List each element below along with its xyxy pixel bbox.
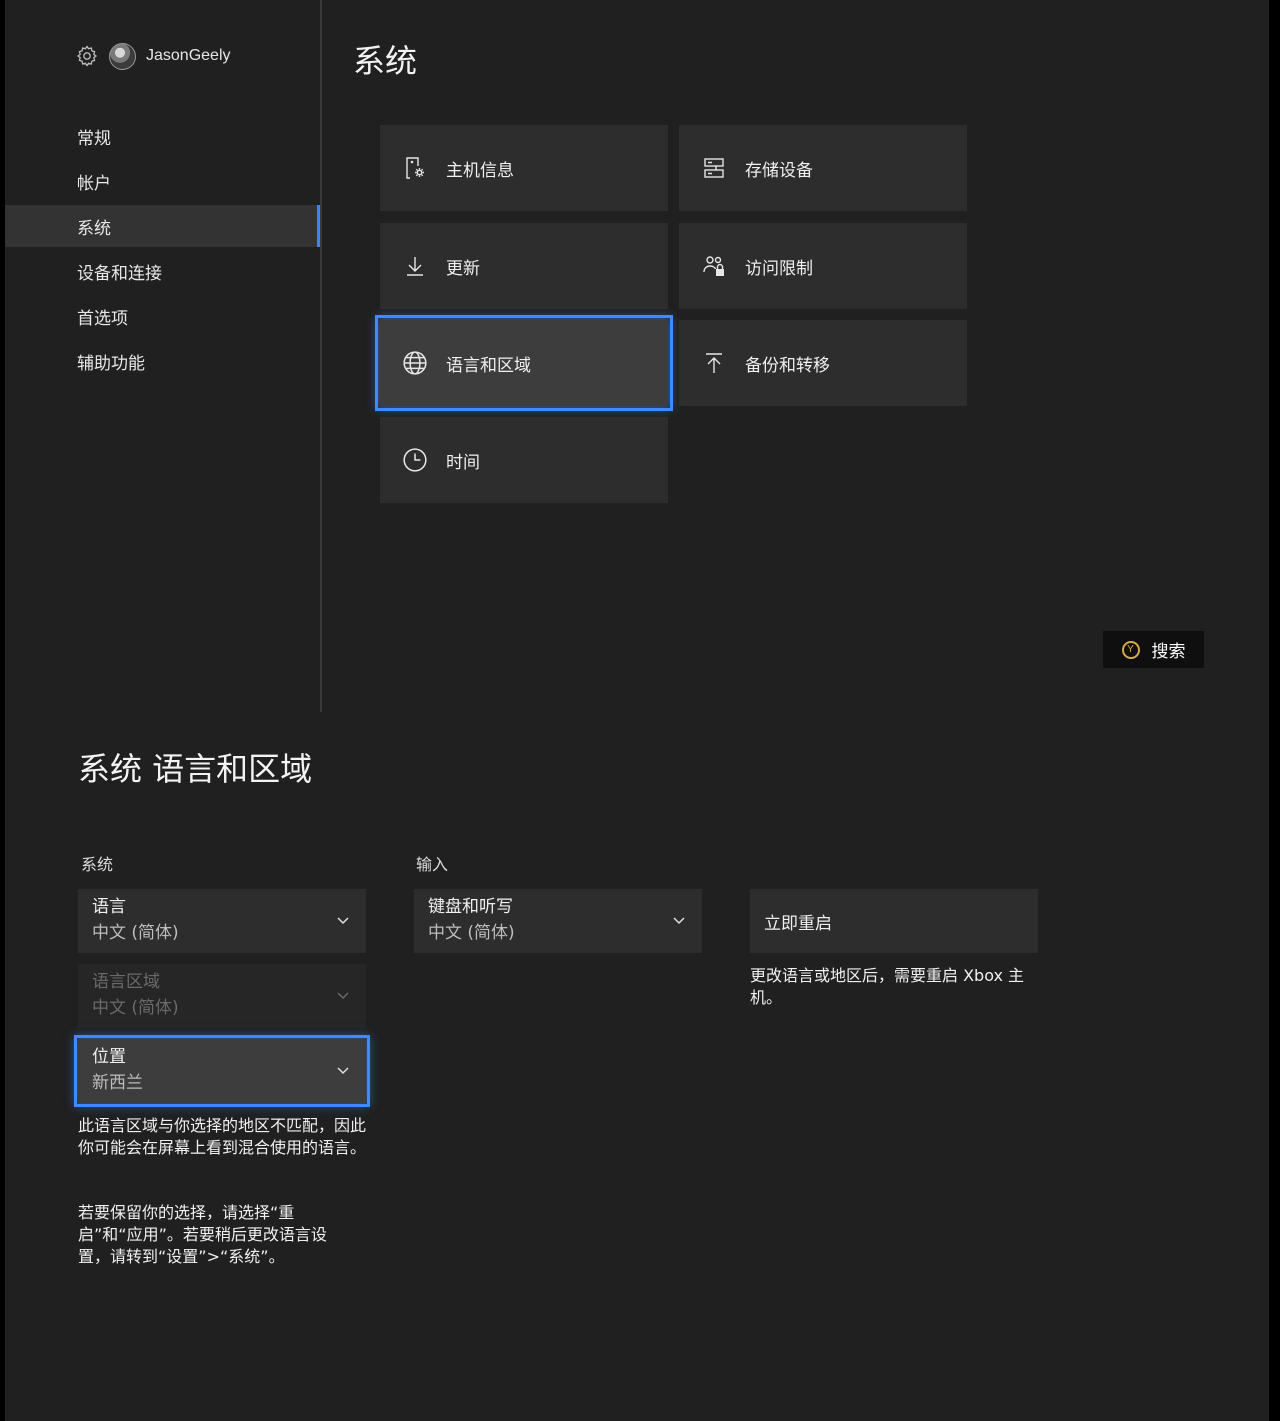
system-section-label: 系统	[81, 855, 114, 874]
tile-console-info[interactable]: 主机信息	[380, 125, 668, 211]
sidebar-item-preferences[interactable]: 首选项	[5, 295, 321, 337]
sidebar-divider	[320, 0, 322, 712]
tile-label: 存储设备	[745, 160, 813, 181]
tile-access-restrictions[interactable]: 访问限制	[679, 223, 967, 309]
profile-header: JasonGeely	[75, 42, 231, 70]
tile-label: 时间	[446, 452, 480, 473]
search-button[interactable]: Y 搜索	[1103, 631, 1204, 668]
search-button-label: 搜索	[1151, 642, 1186, 662]
settings-top-panel: JasonGeely 常规 帐户 系统 设备和连接 首选项 辅助功能 系统 主机…	[5, 0, 1269, 712]
location-dropdown-label: 位置	[92, 1047, 126, 1067]
language-dropdown-label: 语言	[92, 897, 126, 917]
xbox-settings-screen: JasonGeely 常规 帐户 系统 设备和连接 首选项 辅助功能 系统 主机…	[5, 0, 1269, 1421]
language-region-title: 系统 语言和区域	[78, 750, 313, 788]
tile-label: 备份和转移	[745, 355, 830, 376]
keyboard-dictation-dropdown[interactable]: 键盘和听写 中文 (简体)	[414, 889, 702, 953]
username: JasonGeely	[146, 47, 231, 64]
mismatch-note: 此语言区域与你选择的地区不匹配，因此你可能会在屏幕上看到混合使用的语言。	[78, 1116, 367, 1157]
upload-icon	[701, 350, 727, 376]
tile-backup-transfer[interactable]: 备份和转移	[679, 320, 967, 406]
tile-label: 更新	[446, 258, 480, 279]
sidebar-item-accessibility[interactable]: 辅助功能	[5, 340, 321, 382]
language-dropdown[interactable]: 语言 中文 (简体)	[78, 889, 366, 953]
language-dropdown-value: 中文 (简体)	[92, 923, 179, 943]
settings-sidebar: JasonGeely 常规 帐户 系统 设备和连接 首选项 辅助功能	[5, 0, 321, 712]
access-lock-icon	[701, 253, 727, 279]
gear-icon	[75, 44, 99, 68]
tile-update[interactable]: 更新	[380, 223, 668, 309]
sidebar-item-system[interactable]: 系统	[5, 205, 321, 247]
clock-icon	[402, 447, 428, 473]
storage-icon	[701, 155, 727, 181]
location-dropdown[interactable]: 位置 新西兰	[74, 1035, 370, 1107]
input-section-label: 输入	[416, 855, 449, 874]
keyboard-dropdown-value: 中文 (简体)	[428, 923, 515, 943]
tile-label: 主机信息	[446, 160, 514, 181]
sidebar-nav: 常规 帐户 系统 设备和连接 首选项 辅助功能	[5, 115, 321, 385]
tile-label: 语言和区域	[446, 355, 531, 376]
locale-dropdown-label: 语言区域	[92, 972, 160, 992]
y-button-icon: Y	[1121, 640, 1140, 659]
chevron-down-icon	[336, 988, 350, 1002]
globe-icon	[402, 350, 428, 376]
tile-label: 访问限制	[745, 258, 813, 279]
sidebar-item-devices-connections[interactable]: 设备和连接	[5, 250, 321, 292]
avatar[interactable]	[109, 42, 136, 70]
tile-language-region[interactable]: 语言和区域	[375, 315, 673, 411]
download-icon	[402, 253, 428, 279]
console-info-icon	[402, 155, 428, 181]
chevron-down-icon	[672, 913, 686, 927]
keyboard-dropdown-label: 键盘和听写	[428, 897, 513, 917]
sidebar-item-account[interactable]: 帐户	[5, 160, 321, 202]
restart-now-button[interactable]: 立即重启	[750, 889, 1038, 953]
location-dropdown-value: 新西兰	[92, 1073, 143, 1093]
chevron-down-icon	[336, 913, 350, 927]
chevron-down-icon	[336, 1063, 350, 1077]
keep-choice-note: 若要保留你的选择，请选择“重启”和“应用”。若要稍后更改语言设置，请转到“设置”…	[78, 1203, 327, 1266]
restart-note: 更改语言或地区后，需要重启 Xbox 主机。	[750, 966, 1025, 1007]
page-title: 系统	[353, 42, 418, 80]
tile-storage[interactable]: 存储设备	[679, 125, 967, 211]
locale-dropdown[interactable]: 语言区域 中文 (简体)	[78, 964, 366, 1028]
sidebar-item-general[interactable]: 常规	[5, 115, 321, 157]
locale-dropdown-value: 中文 (简体)	[92, 998, 179, 1018]
tile-time[interactable]: 时间	[380, 417, 668, 503]
